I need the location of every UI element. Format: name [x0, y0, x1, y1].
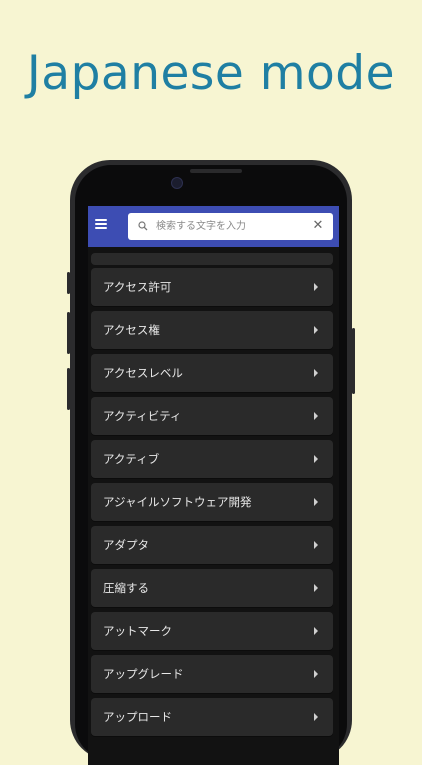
list-item[interactable]: アップロード	[91, 698, 333, 736]
promo-headline: Japanese mode	[26, 46, 396, 101]
list-item-label: アクティビティ	[103, 409, 182, 423]
list-item-label: アップロード	[103, 710, 172, 724]
search-icon	[138, 221, 148, 231]
list-item-label: アクセス許可	[103, 280, 172, 294]
phone-side-button	[352, 328, 355, 394]
list-item[interactable]: アクティビティ	[91, 397, 333, 435]
chevron-right-icon	[314, 455, 318, 463]
phone-bezel: ✕ アクセス許可 アクセス権 アクセスレベル アクティビティ アクティブ	[75, 165, 347, 765]
chevron-right-icon	[314, 283, 318, 291]
chevron-right-icon	[314, 369, 318, 377]
phone-frame: ✕ アクセス許可 アクセス権 アクセスレベル アクティビティ アクティブ	[67, 160, 355, 765]
chevron-right-icon	[314, 584, 318, 592]
list-item-label: アクティブ	[103, 452, 160, 466]
chevron-right-icon	[314, 541, 318, 549]
list-item-label: アップグレード	[103, 667, 184, 681]
app-screen: ✕ アクセス許可 アクセス権 アクセスレベル アクティビティ アクティブ	[88, 206, 339, 765]
list-item-label: 圧縮する	[103, 581, 149, 595]
list-item[interactable]: アクセスレベル	[91, 354, 333, 392]
camera	[171, 177, 183, 189]
phone-side-button	[67, 312, 70, 354]
app-bar: ✕	[88, 206, 339, 247]
chevron-right-icon	[314, 670, 318, 678]
search-bar[interactable]: ✕	[128, 213, 333, 240]
chevron-right-icon	[314, 326, 318, 334]
chevron-right-icon	[314, 713, 318, 721]
menu-icon[interactable]	[95, 219, 107, 229]
list-item[interactable]: 圧縮する	[91, 569, 333, 607]
list-item-label: アダプタ	[103, 538, 149, 552]
list-item[interactable]: アダプタ	[91, 526, 333, 564]
phone-side-button	[67, 272, 70, 294]
list-item[interactable]: アクセス許可	[91, 268, 333, 306]
list-item-label: アクセスレベル	[103, 366, 183, 380]
list-item-label: アジャイルソフトウェア開発	[103, 495, 252, 509]
chevron-right-icon	[314, 627, 318, 635]
list-item-label: アクセス権	[103, 323, 160, 337]
list-item-label: アットマーク	[103, 624, 172, 638]
list-item[interactable]: アップグレード	[91, 655, 333, 693]
search-input[interactable]	[156, 216, 306, 236]
list-item[interactable]: アクティブ	[91, 440, 333, 478]
list-item[interactable]: アジャイルソフトウェア開発	[91, 483, 333, 521]
list-item-partial	[91, 253, 333, 265]
list-item[interactable]: アクセス権	[91, 311, 333, 349]
chevron-right-icon	[314, 412, 318, 420]
speaker	[190, 169, 242, 173]
chevron-right-icon	[314, 498, 318, 506]
clear-icon[interactable]: ✕	[311, 219, 325, 233]
list-item[interactable]: アットマーク	[91, 612, 333, 650]
phone-side-button	[67, 368, 70, 410]
